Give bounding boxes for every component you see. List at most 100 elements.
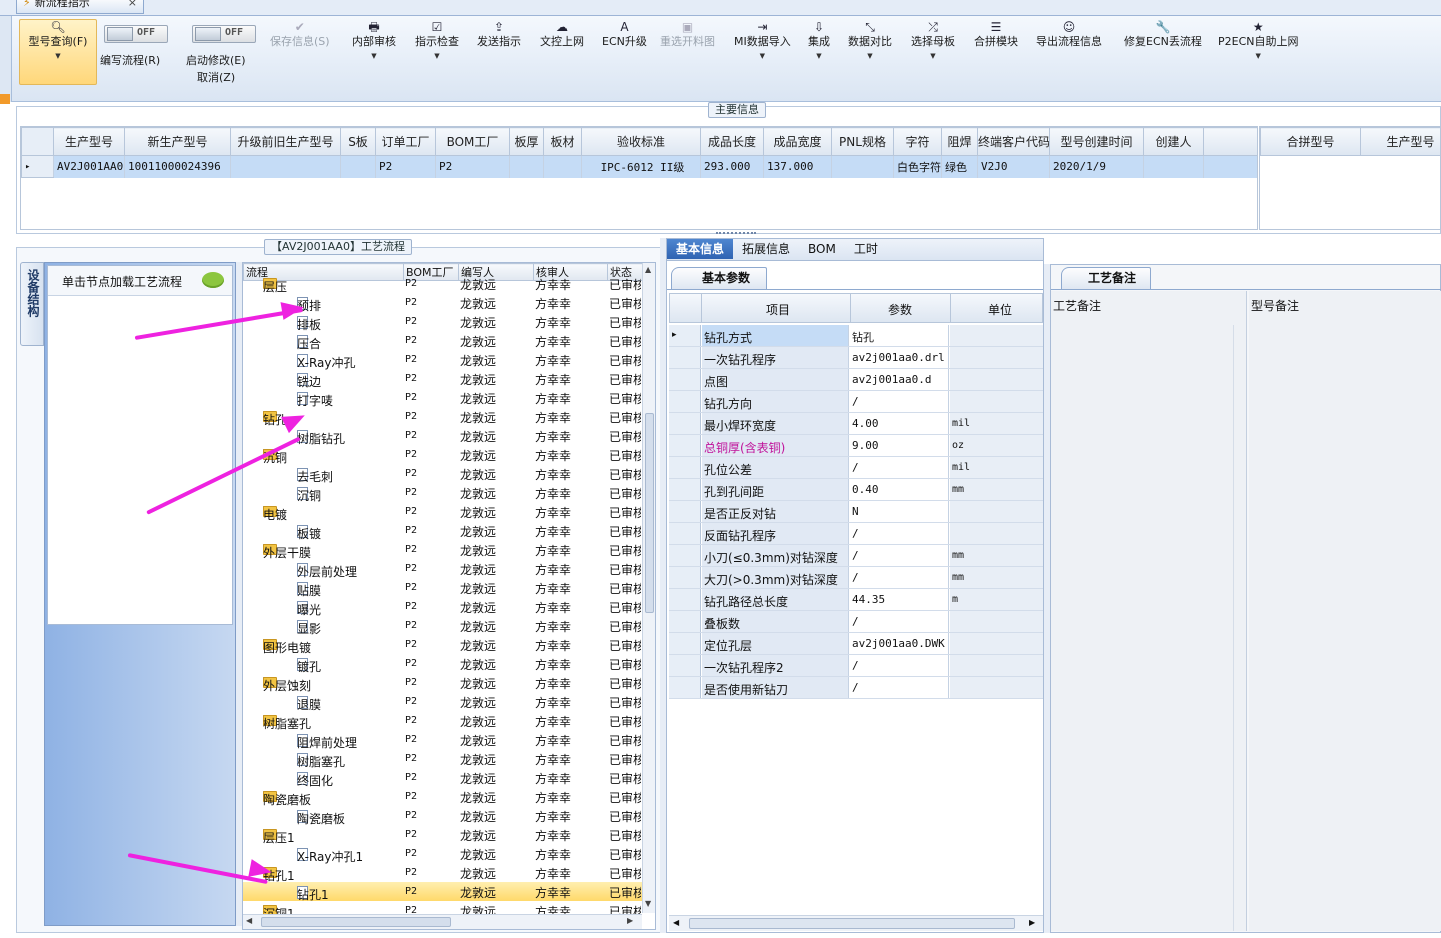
main-cell[interactable] [831, 155, 894, 178]
process-row[interactable]: 打字唛P2龙敦远方幸幸已审核 [243, 388, 643, 408]
row-pointer[interactable]: ▸ [21, 155, 54, 178]
main-cell[interactable]: 2020/1/9 [1049, 155, 1144, 178]
main-cell[interactable] [230, 155, 341, 178]
process-row[interactable]: −层压P2龙敦远方幸幸已审核 [243, 274, 643, 294]
main-col-header[interactable]: 验收标准 [581, 127, 701, 156]
param-value[interactable]: 0.40 [852, 483, 879, 496]
param-value-cell[interactable] [850, 677, 949, 698]
param-row[interactable]: 小刀(≤0.3mm)对钻深度 / mm [669, 545, 1043, 567]
main-cell[interactable]: AV2J001AA0 [53, 155, 125, 178]
process-notes-tab[interactable]: 工艺备注 [1061, 267, 1151, 289]
param-value[interactable]: / [852, 461, 859, 474]
main-col-header[interactable]: 型号创建时间 [1049, 127, 1144, 156]
cancel-label[interactable]: 取消(Z) [197, 69, 235, 85]
process-row[interactable]: −树脂塞孔P2龙敦远方幸幸已审核 [243, 711, 643, 731]
main-cell[interactable] [340, 155, 376, 178]
toolbar-button-11[interactable]: ⤮ 选择母板 ▼ [911, 20, 955, 63]
main-cell[interactable]: IPC-6012 II级 [581, 155, 701, 178]
scroll-thumb-h[interactable] [689, 918, 1015, 929]
toolbar-button-1[interactable]: ✔ 保存信息(S) [270, 20, 330, 49]
param-row[interactable]: 叠板数 / [669, 611, 1043, 633]
process-row[interactable]: 陶瓷磨板P2龙敦远方幸幸已审核 [243, 806, 643, 826]
device-structure-tab[interactable]: 设备结构 [20, 262, 44, 346]
param-value-cell[interactable] [850, 567, 949, 588]
scroll-thumb[interactable] [645, 413, 654, 613]
process-row[interactable]: 树脂塞孔P2龙敦远方幸幸已审核 [243, 749, 643, 769]
process-row[interactable]: −外层干膜P2龙敦远方幸幸已审核 [243, 540, 643, 560]
param-value[interactable]: 钻孔 [852, 329, 874, 345]
process-row[interactable]: 铣边P2龙敦远方幸幸已审核 [243, 369, 643, 389]
param-row[interactable]: 定位孔层 av2j001aa0.DWK [669, 633, 1043, 655]
main-col-header[interactable]: 板材 [543, 127, 582, 156]
main-col-header[interactable]: 终端客户代码 [977, 127, 1050, 156]
main-cell[interactable] [509, 155, 544, 178]
main-col-header[interactable]: PNL规格 [831, 127, 894, 156]
process-row[interactable]: X-Ray冲孔P2龙敦远方幸幸已审核 [243, 350, 643, 370]
process-horizontal-scrollbar[interactable]: ◀ ▶ [243, 914, 642, 929]
process-row[interactable]: −陶瓷磨板P2龙敦远方幸幸已审核 [243, 787, 643, 807]
model-note-area[interactable]: 型号备注 [1249, 291, 1441, 931]
main-col-header[interactable]: 板厚 [509, 127, 544, 156]
toolbar-button-7[interactable]: ▣ 重选开料图 [660, 20, 715, 49]
param-value[interactable]: av2j001aa0.d [852, 373, 931, 386]
detail-tab-4[interactable]: 工时 [845, 239, 887, 259]
main-cell[interactable] [1143, 155, 1204, 178]
write-flow-label[interactable]: 编写流程(R) [100, 52, 160, 68]
param-value[interactable]: 9.00 [852, 439, 879, 452]
main-col-header[interactable]: 订单工厂 [375, 127, 436, 156]
detail-tab-2[interactable]: 拓展信息 [733, 239, 799, 259]
process-row[interactable]: −层压1P2龙敦远方幸幸已审核 [243, 825, 643, 845]
main-col-header[interactable]: 升级前旧生产型号 [230, 127, 341, 156]
main-cell[interactable] [543, 155, 582, 178]
toolbar-button-13[interactable]: ☺ 导出流程信息 [1036, 20, 1102, 49]
param-value-cell[interactable] [850, 545, 949, 566]
main-col-header[interactable]: BOM工厂 [435, 127, 510, 156]
toolbar-button-6[interactable]: A ECN升级 [602, 20, 647, 49]
main-cell[interactable]: 10011000024396 [124, 155, 231, 178]
process-row[interactable]: 曝光P2龙敦远方幸幸已审核 [243, 597, 643, 617]
main-cell[interactable]: V2J0 [977, 155, 1050, 178]
merge-col-header[interactable]: 合拼型号 [1260, 127, 1361, 156]
main-col-header[interactable]: 新生产型号 [124, 127, 231, 156]
process-row[interactable]: 终固化P2龙敦远方幸幸已审核 [243, 768, 643, 788]
main-cell[interactable]: 137.000 [763, 155, 832, 178]
start-edit-toggle[interactable]: OFF [192, 25, 256, 43]
process-row[interactable]: X-Ray冲孔1P2龙敦远方幸幸已审核 [243, 844, 643, 864]
splitter-handle[interactable] [716, 232, 756, 236]
param-value[interactable]: av2j001aa0.drl [852, 351, 945, 364]
scroll-up-icon[interactable]: ▲ [645, 265, 651, 274]
main-cell[interactable]: 绿色 [941, 155, 978, 178]
toolbar-button-9[interactable]: ⇩ 集成 ▼ [808, 20, 830, 63]
process-row[interactable]: 树脂钻孔P2龙敦远方幸幸已审核 [243, 426, 643, 446]
close-icon[interactable]: × [128, 0, 137, 10]
process-row[interactable]: −图形电镀P2龙敦远方幸幸已审核 [243, 635, 643, 655]
param-row[interactable]: 钻孔方向 / [669, 391, 1043, 413]
process-row[interactable]: 沉铜P2龙敦远方幸幸已审核 [243, 483, 643, 503]
process-vertical-scrollbar[interactable]: ▲ ▼ [642, 263, 655, 913]
process-row[interactable]: 钻孔1P2龙敦远方幸幸已审核 [243, 882, 643, 902]
param-value[interactable]: / [852, 615, 859, 628]
main-cell[interactable]: 293.000 [700, 155, 764, 178]
param-row[interactable]: 一次钻孔程序2 / [669, 655, 1043, 677]
toolbar-button-12[interactable]: ☰ 合拼模块 [974, 20, 1018, 49]
param-value[interactable]: / [852, 659, 859, 672]
toolbar-button-3[interactable]: ☑ 指示检查 ▼ [415, 20, 459, 63]
merge-col-header[interactable]: 生产型号 [1360, 127, 1440, 156]
param-row[interactable]: 孔位公差 / mil [669, 457, 1043, 479]
process-row[interactable]: 退膜P2龙敦远方幸幸已审核 [243, 692, 643, 712]
scroll-left-icon[interactable]: ◀ [246, 916, 252, 925]
model-query-button[interactable]: 🔍︎ 型号查询(F) ▼ [19, 19, 97, 85]
main-col-header[interactable]: S板 [340, 127, 376, 156]
main-col-header[interactable]: 成品宽度 [763, 127, 832, 156]
toolbar-button-14[interactable]: 🔧 修复ECN丢流程 [1124, 20, 1202, 49]
param-value-cell[interactable] [850, 501, 949, 522]
toolbar-button-10[interactable]: ⤡ 数据对比 ▼ [848, 20, 892, 63]
param-value[interactable]: av2j001aa0.DWK [852, 637, 945, 650]
main-cell[interactable]: P2 [435, 155, 510, 178]
write-flow-toggle[interactable]: OFF [104, 25, 168, 43]
toolbar-button-4[interactable]: ⇪ 发送指示 [477, 20, 521, 49]
param-row[interactable]: 反面钻孔程序 / [669, 523, 1043, 545]
process-row[interactable]: −沉铜P2龙敦远方幸幸已审核 [243, 445, 643, 465]
process-row[interactable]: 镀孔P2龙敦远方幸幸已审核 [243, 654, 643, 674]
process-row[interactable]: −外层蚀刻P2龙敦远方幸幸已审核 [243, 673, 643, 693]
